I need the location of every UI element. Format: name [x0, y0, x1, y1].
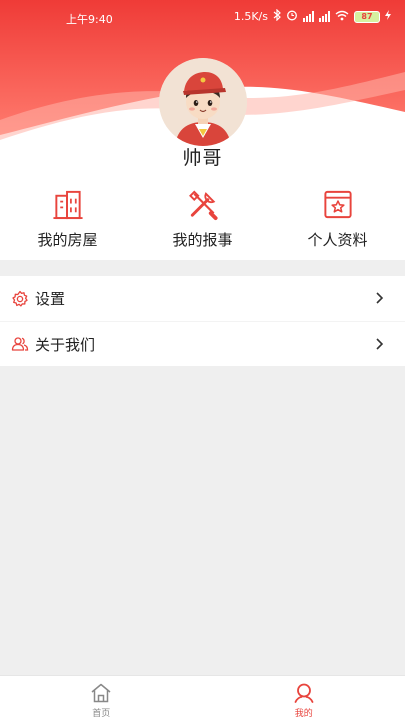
- tab-home[interactable]: 首页: [0, 676, 203, 720]
- tab-mine[interactable]: 我的: [203, 676, 405, 720]
- home-icon: [91, 683, 111, 703]
- wifi-icon: [335, 10, 349, 24]
- alarm-icon: [286, 9, 298, 24]
- menu-item-label: 设置: [35, 290, 66, 308]
- bluetooth-icon: [273, 8, 281, 24]
- quick-action-my-reports[interactable]: 我的报事: [135, 186, 270, 250]
- status-icons: 1.5K/s 87: [233, 8, 391, 24]
- menu-list: 设置 关于我们: [0, 276, 405, 366]
- charging-icon: [385, 10, 391, 23]
- username: 帅哥: [182, 147, 223, 169]
- quick-action-personal-info[interactable]: 个人资料: [270, 186, 405, 250]
- battery-icon: 87: [354, 10, 380, 23]
- profile-card-icon: [323, 190, 352, 219]
- tab-label: 首页: [92, 709, 111, 719]
- status-time: 上午9:40: [66, 13, 113, 26]
- building-icon: [52, 190, 83, 220]
- chevron-right-icon: [376, 338, 384, 350]
- tools-icon: [188, 190, 218, 221]
- quick-action-label: 个人资料: [307, 231, 368, 249]
- menu-item-about-us[interactable]: 关于我们: [0, 321, 405, 366]
- quick-actions: 我的房屋 我的报事 个人资料: [0, 186, 405, 250]
- users-icon: [11, 337, 29, 351]
- avatar[interactable]: [159, 58, 247, 146]
- signal-icon-2: [319, 11, 330, 22]
- tab-label: 我的: [294, 709, 313, 719]
- network-speed: 1.5K/s: [233, 10, 268, 23]
- user-icon: [294, 683, 314, 703]
- menu-item-settings[interactable]: 设置: [0, 276, 405, 321]
- quick-action-my-house[interactable]: 我的房屋: [0, 186, 135, 250]
- status-bar: 上午9:40 1.5K/s 87: [0, 0, 405, 36]
- menu-item-label: 关于我们: [35, 335, 96, 354]
- quick-action-label: 我的报事: [172, 231, 233, 249]
- avatar-cartoon-boy-icon: [159, 58, 247, 146]
- signal-icon: [303, 11, 314, 22]
- chevron-right-icon: [376, 292, 384, 304]
- gear-icon: [12, 290, 28, 307]
- quick-action-label: 我的房屋: [37, 231, 98, 249]
- profile-header: 上午9:40 1.5K/s 87 帅哥 我的房屋 我的报事 个人资料: [0, 0, 405, 260]
- bottom-tab-bar: 首页 我的: [0, 675, 405, 720]
